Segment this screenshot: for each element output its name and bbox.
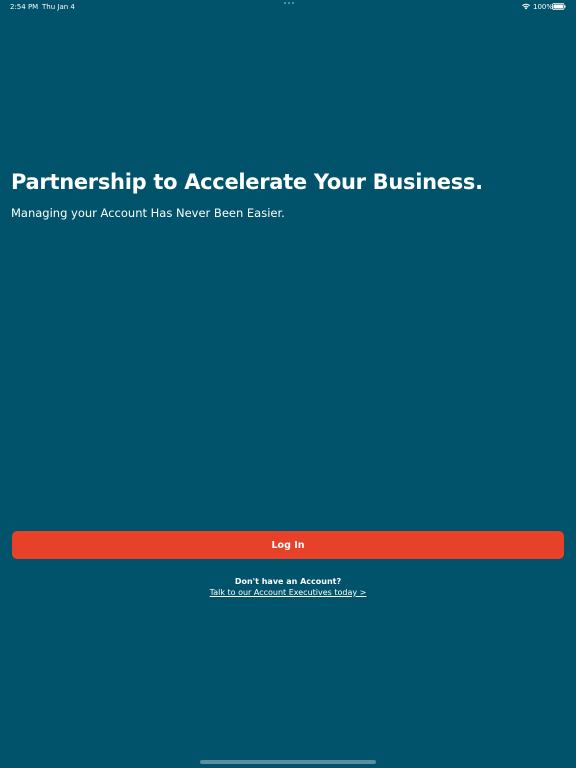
page-subtitle: Managing your Account Has Never Been Eas… bbox=[11, 206, 285, 220]
no-account-text: Don't have an Account? bbox=[234, 577, 342, 586]
contact-account-executives-container: Talk to our Account Executives today > bbox=[0, 588, 576, 597]
status-time: 2:54 PM bbox=[10, 3, 39, 11]
contact-account-executives-link[interactable]: Talk to our Account Executives today > bbox=[210, 588, 367, 597]
home-indicator[interactable] bbox=[200, 760, 376, 764]
multitasking-dots-icon[interactable] bbox=[283, 2, 295, 6]
wifi-icon bbox=[522, 3, 530, 10]
login-button[interactable]: Log In bbox=[12, 531, 564, 559]
battery-full-icon bbox=[552, 3, 566, 10]
battery-percentage: 100% bbox=[533, 3, 554, 11]
status-date: Thu Jan 4 bbox=[42, 3, 75, 11]
status-bar: 2:54 PM Thu Jan 4 100% bbox=[0, 0, 576, 14]
page-title: Partnership to Accelerate Your Business. bbox=[11, 170, 483, 194]
